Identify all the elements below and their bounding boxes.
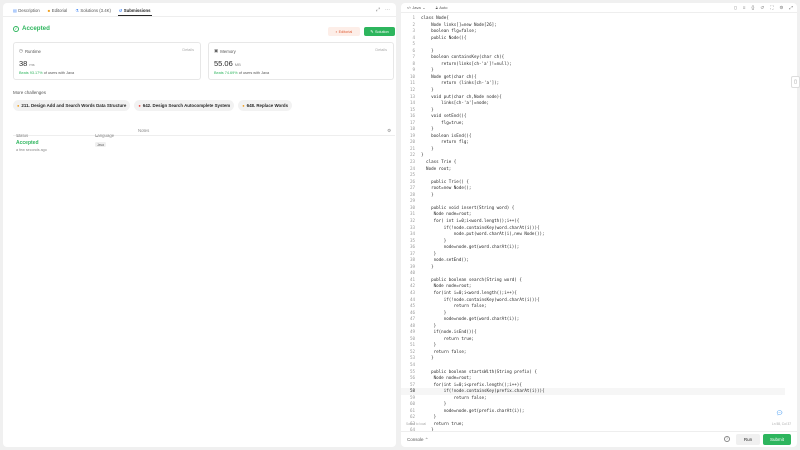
difficulty-dot-icon: ●	[242, 103, 245, 108]
accepted-label: Accepted	[22, 25, 50, 32]
difficulty-dot-icon: ●	[138, 103, 141, 108]
console-label: Console	[407, 437, 424, 442]
tab-label: Description	[18, 8, 40, 13]
fullscreen-icon[interactable]: ⛶	[770, 5, 773, 11]
challenge-chip[interactable]: ● 211. Design Add and Search Words Data …	[13, 100, 131, 111]
reset-icon[interactable]: ↺	[760, 5, 764, 11]
result-status: ✓ Accepted	[13, 25, 50, 32]
submission-status[interactable]: Accepted	[16, 140, 39, 146]
table-row[interactable]: Accepted a few seconds ago Java	[13, 137, 395, 157]
tab-label: Submissions	[123, 8, 151, 13]
language-badge: Java	[95, 142, 106, 147]
challenge-label: 642. Design Search Autocomplete System	[142, 103, 231, 108]
runtime-label: Runtime	[24, 48, 41, 54]
code-icon: ‹/›	[407, 5, 411, 10]
runtime-header: ◷ Runtime	[19, 48, 41, 54]
challenge-label: 648. Replace Words	[246, 103, 289, 108]
expand-icon[interactable]: ⤢	[376, 7, 380, 13]
runtime-unit: ms	[29, 62, 35, 67]
runtime-number: 38	[19, 59, 28, 68]
editor-actions: ▯ ≡ {} ↺ ⛶ ⚙ ⤢	[734, 5, 793, 11]
clock-icon: ◷	[19, 48, 23, 53]
language-select[interactable]: ‹/› Java ⌄	[407, 5, 426, 10]
editorial-button-label: Editorial	[338, 29, 353, 34]
language-label: Java	[412, 5, 421, 10]
code-editor[interactable]: 1 class Node{2 Node links[]=new Node[26];…	[401, 15, 785, 432]
runtime-beats-suffix: of users with Java	[43, 71, 75, 75]
chevron-down-icon: ⌄	[422, 5, 426, 10]
lock-icon: 🔒︎	[435, 5, 438, 10]
submit-button[interactable]: Submit	[763, 434, 791, 445]
description-icon: ▤	[13, 8, 17, 13]
memory-card[interactable]: ▣ Memory Details 55.06 MB Beats 74.69% of…	[208, 42, 394, 80]
memory-label: Memory	[220, 48, 236, 54]
chevron-up-icon: ⌃	[424, 437, 429, 442]
expand-icon[interactable]: ⤢	[789, 5, 793, 11]
more-icon[interactable]: ⋯	[385, 7, 390, 13]
check-circle-icon: ✓	[13, 25, 19, 32]
runtime-value: 38 ms	[19, 59, 35, 68]
braces-icon[interactable]: {}	[751, 5, 754, 11]
cursor-position: Ln 58, Col 37	[772, 422, 791, 426]
memory-beats-suffix: of users with Java	[238, 71, 270, 75]
challenge-chip[interactable]: ● 642. Design Search Autocomplete System	[134, 100, 235, 111]
challenge-label: 211. Design Add and Search Words Data St…	[21, 103, 127, 108]
settings-icon[interactable]: ⚙	[779, 5, 783, 11]
format-icon[interactable]: ≡	[743, 5, 746, 11]
memory-beats: Beats 74.69% of users with Java	[214, 71, 269, 75]
console-toggle[interactable]: Console ⌃	[407, 437, 429, 443]
tab-solutions[interactable]: ⚗ Solutions (3.4K)	[71, 8, 115, 16]
tab-submissions[interactable]: ↺ Submissions	[115, 8, 155, 16]
panel-controls: ⤢ ⋯	[376, 7, 390, 13]
help-icon[interactable]: ?	[724, 436, 730, 442]
tab-description[interactable]: ▤ Description	[9, 8, 44, 16]
console-bar: Console ⌃ ? Run Submit	[401, 431, 797, 447]
submissions-icon: ↺	[118, 8, 123, 13]
panel-resizer[interactable]	[397, 0, 400, 450]
difficulty-dot-icon: ●	[17, 103, 20, 108]
tab-label: Editorial	[51, 8, 68, 13]
notes-icon[interactable]: ▯	[791, 76, 800, 88]
runtime-beats: Beats 93.17% of users with Java	[19, 71, 74, 75]
memory-number: 55.06	[214, 59, 233, 68]
settings-icon[interactable]: ⚙	[387, 128, 391, 134]
edit-icon: ✎	[370, 30, 374, 34]
solution-button-label: Solution	[374, 29, 389, 34]
submission-time: a few seconds ago	[16, 148, 47, 152]
problem-tabs: ▤ Description ■ Editorial ⚗ Solutions (3…	[3, 3, 396, 17]
mode-label: Auto	[439, 5, 448, 10]
runtime-beats-pct: Beats 93.17%	[19, 71, 43, 75]
challenge-chip[interactable]: ● 648. Replace Words	[238, 100, 293, 111]
memory-beats-pct: Beats 74.69%	[214, 71, 238, 75]
editorial-icon: ■	[47, 8, 51, 13]
memory-header: ▣ Memory	[214, 48, 236, 54]
runtime-details-link[interactable]: Details	[182, 48, 194, 52]
memory-unit: MB	[234, 62, 241, 67]
bookmark-icon[interactable]: ▯	[734, 5, 736, 11]
chat-icon[interactable]: 💬︎	[775, 409, 784, 418]
submissions-table-header: Status ⌄ Language ⌄ Notes ⚙	[13, 123, 395, 138]
submission-panel: ▤ Description ■ Editorial ⚗ Solutions (3…	[3, 3, 396, 447]
saved-status: Saved to local	[406, 422, 427, 426]
app-root: ▤ Description ■ Editorial ⚗ Solutions (3…	[0, 0, 800, 450]
notes-column-header: Notes	[138, 128, 150, 133]
tab-label: Solutions (3.4K)	[80, 8, 111, 13]
memory-details-link[interactable]: Details	[375, 48, 387, 52]
editorial-icon: ▪	[335, 29, 338, 34]
more-challenges-list: ● 211. Design Add and Search Words Data …	[13, 100, 293, 111]
editorial-button[interactable]: ▪ Editorial	[328, 27, 360, 36]
auto-mode[interactable]: 🔒︎ Auto	[436, 5, 448, 10]
tab-editorial[interactable]: ■ Editorial	[44, 8, 71, 16]
more-challenges-title: More challenges	[13, 90, 47, 95]
code-panel: ‹/› Java ⌄ 🔒︎ Auto ▯ ≡ {} ↺ ⛶ ⚙ ⤢ 1 class…	[401, 3, 797, 447]
memory-value: 55.06 MB	[214, 59, 241, 68]
solutions-icon: ⚗	[75, 8, 79, 13]
runtime-card[interactable]: ◷ Runtime Details 38 ms Beats 93.17% of u…	[13, 42, 201, 80]
chip-icon: ▣	[214, 48, 219, 53]
solution-button[interactable]: ✎ Solution	[364, 27, 395, 36]
run-button[interactable]: Run	[736, 434, 760, 445]
